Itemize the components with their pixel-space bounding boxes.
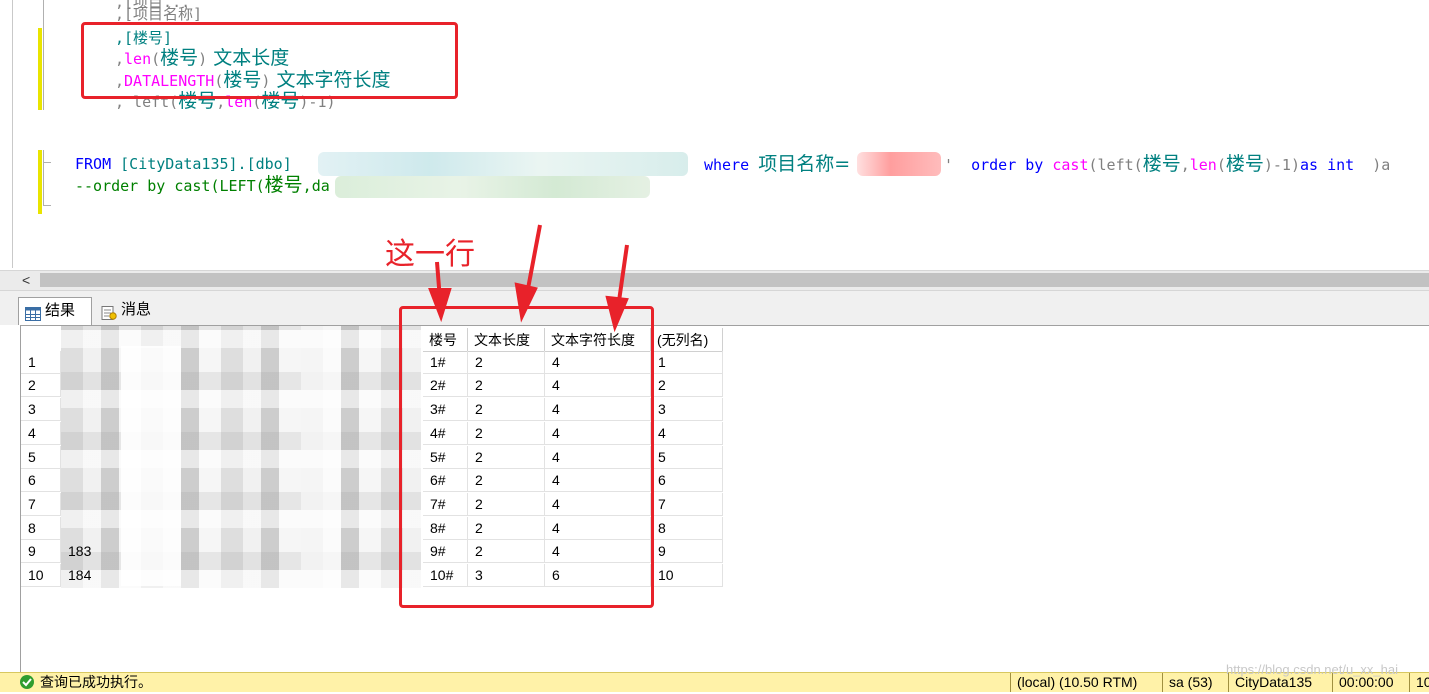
annotation-arrows bbox=[428, 224, 629, 333]
arrow-head-3 bbox=[605, 295, 629, 333]
arrow-head-1 bbox=[428, 288, 452, 323]
arrow-line-2 bbox=[525, 224, 542, 295]
arrow-head-2 bbox=[514, 282, 538, 323]
